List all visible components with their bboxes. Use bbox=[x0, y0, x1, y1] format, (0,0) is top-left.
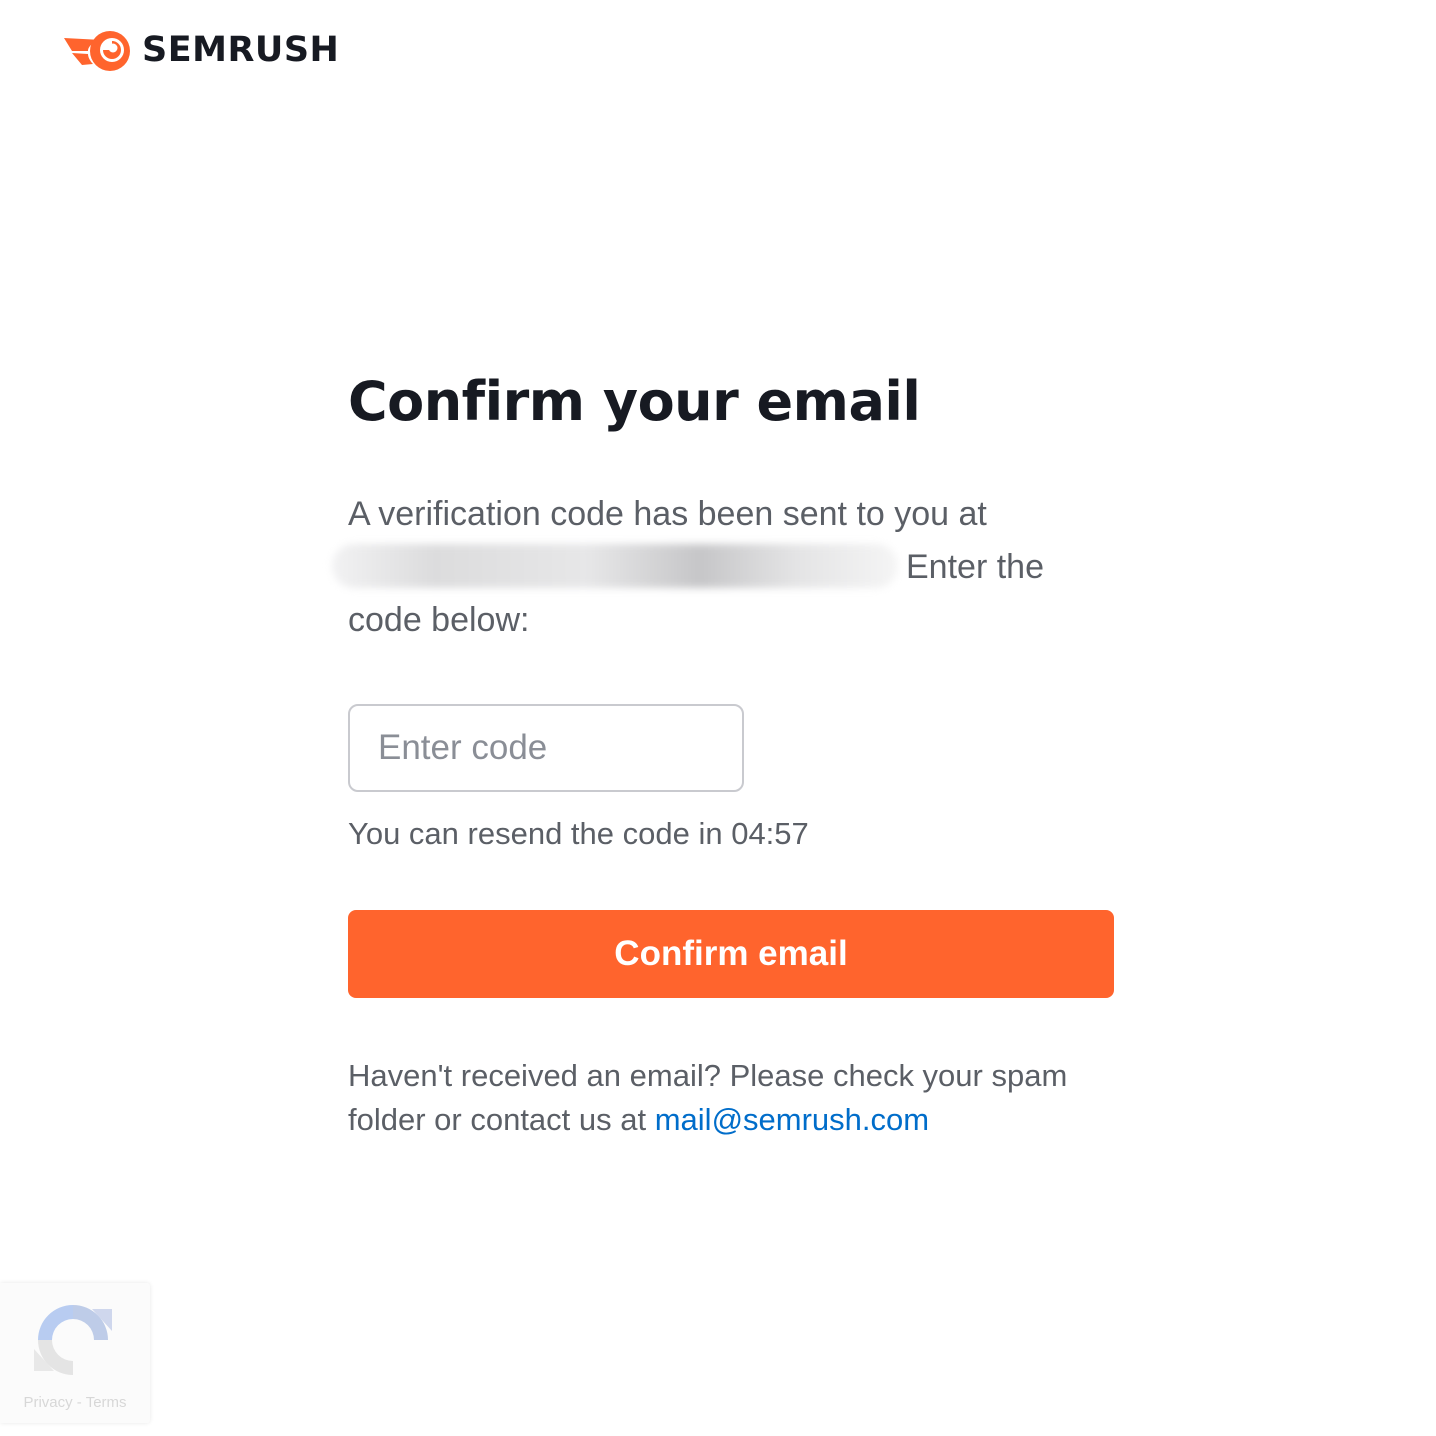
confirm-email-button[interactable]: Confirm email bbox=[348, 910, 1114, 998]
recaptcha-badge[interactable]: Privacy - Terms bbox=[0, 1283, 150, 1423]
recaptcha-privacy-link[interactable]: Privacy bbox=[23, 1394, 72, 1411]
help-text-block: Haven't received an email? Please check … bbox=[348, 1054, 1114, 1142]
page-title: Confirm your email bbox=[348, 370, 921, 433]
support-email-link[interactable]: mail@semrush.com bbox=[655, 1102, 929, 1137]
description-text: A verification code has been sent to you… bbox=[348, 495, 987, 533]
brand-name: SEMRUSH bbox=[142, 30, 340, 70]
recaptcha-separator: - bbox=[76, 1394, 82, 1411]
verification-code-input[interactable] bbox=[348, 704, 744, 792]
verification-description: A verification code has been sent to you… bbox=[332, 488, 1068, 647]
recaptcha-links: Privacy - Terms bbox=[0, 1394, 150, 1411]
recaptcha-icon bbox=[30, 1297, 116, 1388]
recaptcha-terms-link[interactable]: Terms bbox=[86, 1394, 127, 1411]
semrush-fireball-icon bbox=[62, 27, 132, 73]
confirm-form: Confirm your email A verification code h… bbox=[332, 360, 1114, 1142]
email-confirmation-page: SEMRUSH Confirm your email A verificatio… bbox=[0, 0, 1436, 1436]
semrush-logo[interactable]: SEMRUSH bbox=[62, 26, 339, 74]
resend-countdown: You can resend the code in 04:57 bbox=[348, 816, 809, 851]
redacted-email-address bbox=[332, 544, 898, 588]
